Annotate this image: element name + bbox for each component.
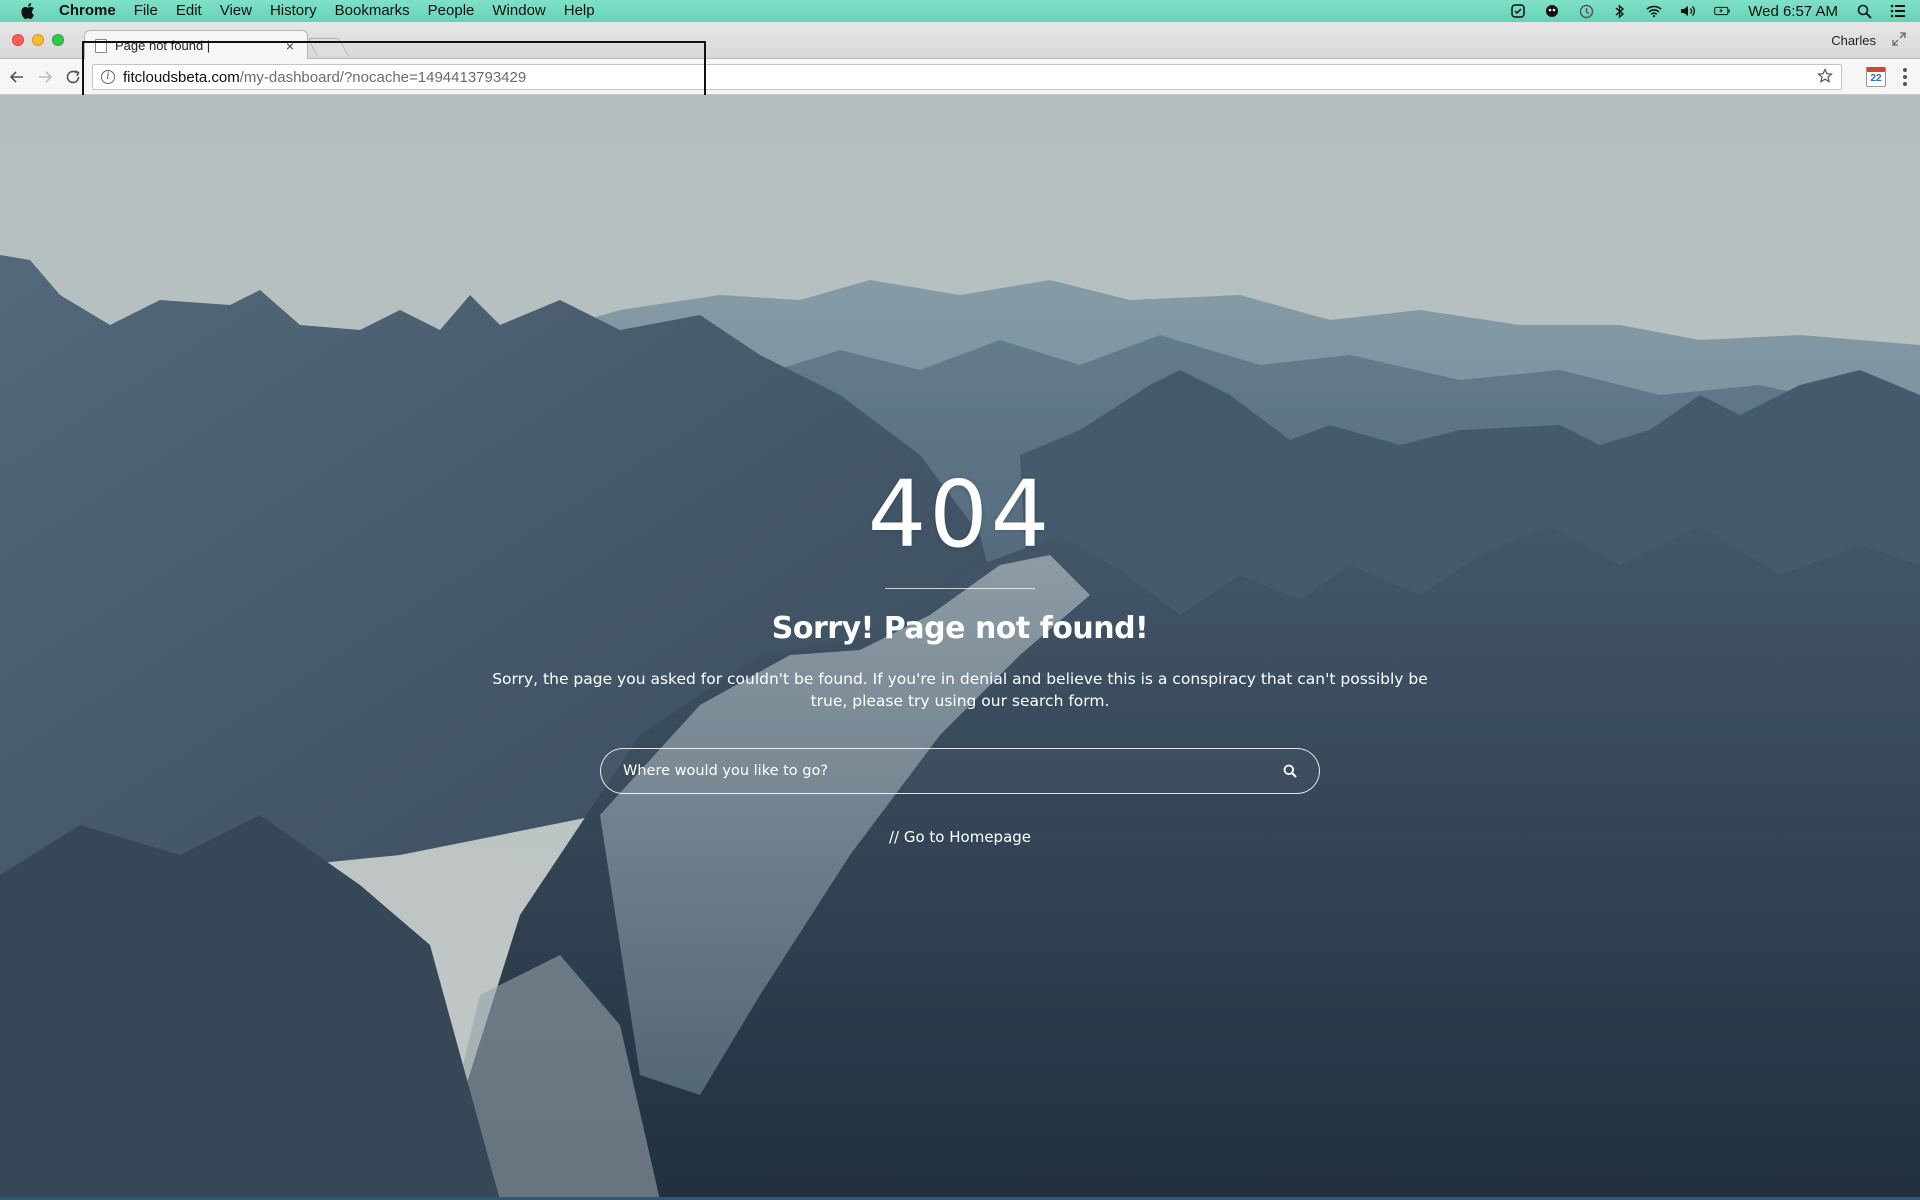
error-code: 404 [867, 461, 1053, 568]
search-input[interactable] [621, 762, 1279, 780]
alien-icon[interactable] [1544, 3, 1560, 19]
notification-center-icon[interactable] [1890, 3, 1906, 19]
bluetooth-icon[interactable] [1612, 3, 1628, 19]
menu-view[interactable]: View [211, 0, 261, 22]
bookmark-star-icon[interactable] [1817, 68, 1833, 89]
window-controls [12, 34, 64, 46]
menu-people[interactable]: People [419, 0, 484, 22]
fullscreen-icon[interactable] [1892, 32, 1908, 48]
tab-title: Page not found | [115, 38, 211, 53]
browser-tab-active[interactable]: Page not found | × [84, 30, 308, 60]
error-title: Sorry! Page not found! [771, 611, 1149, 646]
task-icon[interactable] [1510, 3, 1526, 19]
wifi-icon[interactable] [1646, 3, 1662, 19]
menu-window[interactable]: Window [483, 0, 554, 22]
macos-menubar: Chrome File Edit View History Bookmarks … [0, 0, 1920, 22]
search-form [600, 748, 1320, 794]
page-favicon-icon [95, 38, 107, 53]
menubar-status-area: Wed 6:57 AM [1510, 0, 1920, 22]
page-viewport: 404 Sorry! Page not found! Sorry, the pa… [0, 95, 1920, 1200]
back-arrow-icon[interactable] [6, 66, 28, 88]
menu-file[interactable]: File [125, 0, 167, 22]
address-bar[interactable]: i fitcloudsbeta.com/my-dashboard/?nocach… [92, 64, 1842, 90]
menu-bookmarks[interactable]: Bookmarks [326, 0, 419, 22]
site-info-icon[interactable]: i [101, 70, 115, 84]
menu-history[interactable]: History [261, 0, 326, 22]
not-found-content: 404 Sorry! Page not found! Sorry, the pa… [0, 95, 1920, 1200]
forward-arrow-icon[interactable] [34, 66, 56, 88]
menu-app-name[interactable]: Chrome [50, 0, 125, 22]
apple-menu-icon[interactable] [18, 1, 38, 21]
battery-icon[interactable] [1714, 3, 1730, 19]
error-message: Sorry, the page you asked for couldn't b… [492, 670, 1428, 710]
new-tab-button[interactable] [307, 38, 349, 56]
go-to-homepage-link[interactable]: // Go to Homepage [889, 828, 1031, 846]
menu-help[interactable]: Help [555, 0, 604, 22]
minimize-window-button[interactable] [32, 34, 44, 46]
zoom-window-button[interactable] [52, 34, 64, 46]
browser-toolbar: i fitcloudsbeta.com/my-dashboard/?nocach… [0, 59, 1920, 95]
search-icon[interactable] [1279, 760, 1301, 782]
calendar-extension-icon[interactable]: 22 [1866, 67, 1886, 87]
close-window-button[interactable] [12, 34, 24, 46]
browser-tab-strip: Page not found | × Charles [0, 22, 1920, 60]
volume-icon[interactable] [1680, 3, 1696, 19]
spotlight-icon[interactable] [1856, 3, 1872, 19]
url-domain: fitcloudsbeta.com [123, 68, 240, 86]
tab-close-icon[interactable]: × [283, 39, 297, 53]
profile-name[interactable]: Charles [1831, 33, 1876, 48]
url-path: /my-dashboard/?nocache=1494413793429 [239, 68, 527, 86]
divider-line [885, 588, 1035, 589]
reload-icon[interactable] [62, 66, 84, 88]
menu-edit[interactable]: Edit [167, 0, 211, 22]
time-machine-icon[interactable] [1578, 3, 1594, 19]
menubar-clock[interactable]: Wed 6:57 AM [1748, 3, 1838, 20]
chrome-menu-icon[interactable] [1902, 67, 1908, 87]
